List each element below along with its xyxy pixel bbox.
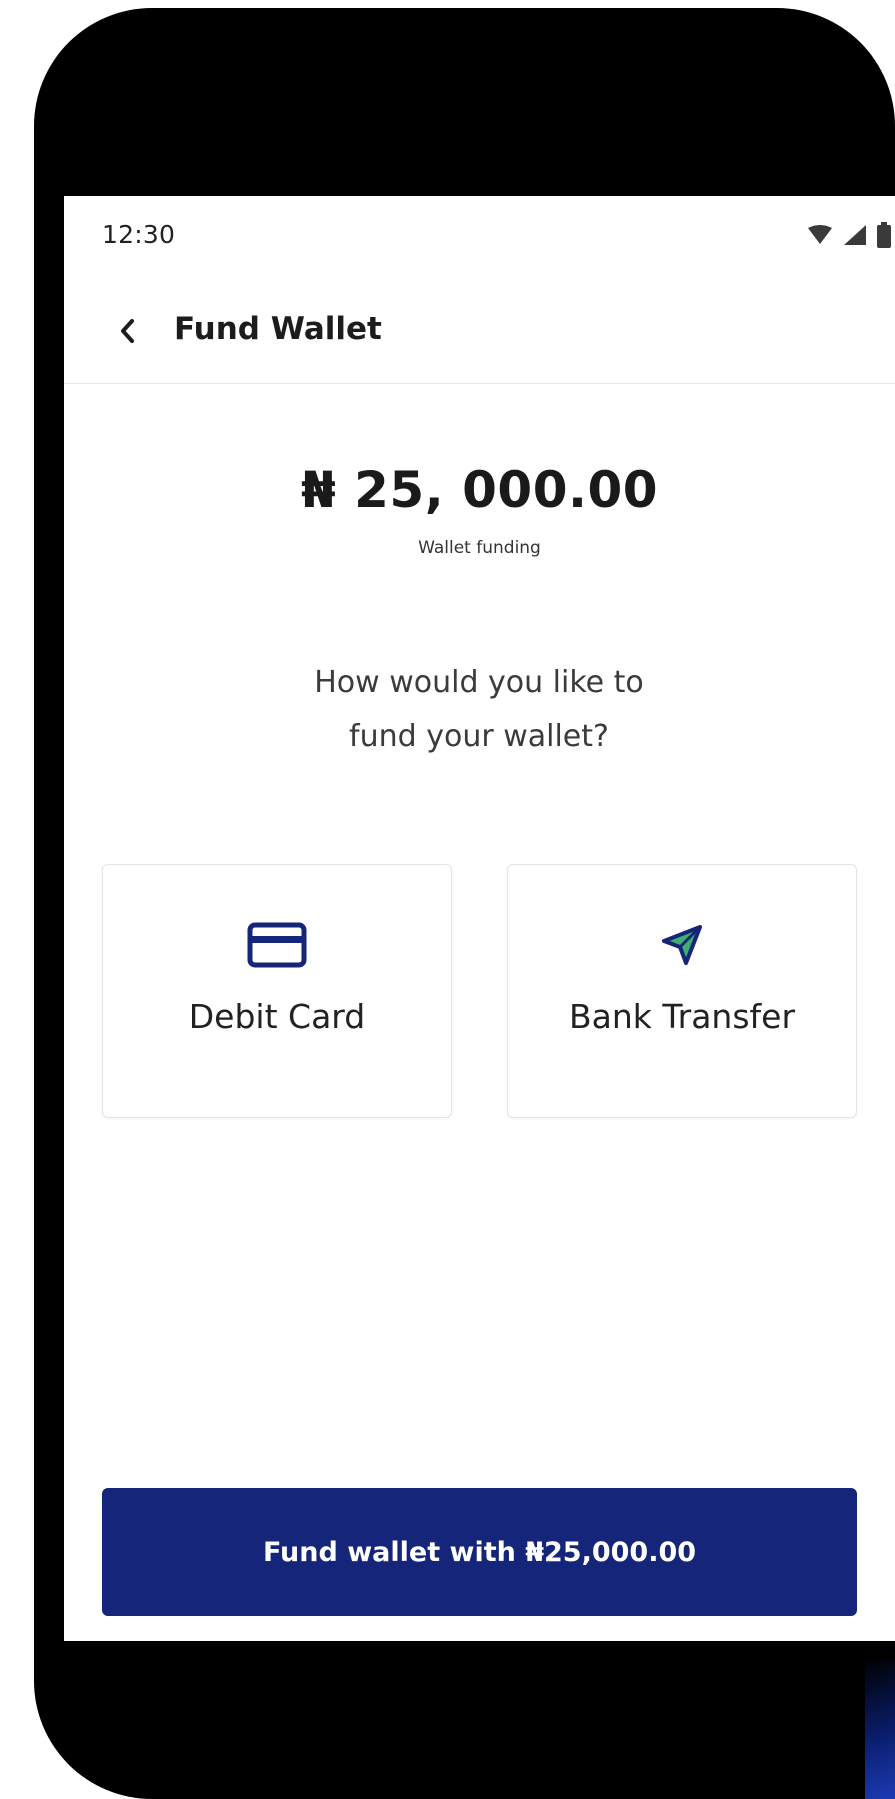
app-bar: Fund Wallet [64, 284, 895, 384]
paper-plane-icon [662, 925, 702, 965]
status-time: 12:30 [102, 220, 176, 249]
debit-card-label: Debit Card [188, 997, 366, 1036]
status-bar: 12:30 [64, 196, 895, 284]
chevron-left-icon [121, 319, 134, 343]
wifi-icon [807, 225, 833, 249]
back-button[interactable] [104, 308, 150, 354]
page-title: Fund Wallet [174, 311, 382, 347]
funding-caption: Wallet funding [418, 538, 541, 558]
background-accent [865, 1659, 895, 1799]
bank-transfer-option[interactable]: Bank Transfer [507, 864, 857, 1118]
funding-question-line-1: How would you like to [314, 665, 644, 700]
funding-amount: ₦ 25, 000.00 [300, 461, 659, 519]
signal-icon [843, 224, 867, 250]
funding-question: How would you like to fund your wallet? [279, 656, 679, 764]
status-icons [807, 222, 891, 252]
credit-card-icon [247, 922, 307, 968]
fund-wallet-button[interactable]: Fund wallet with ₦25,000.00 [102, 1488, 857, 1616]
funding-question-line-2: fund your wallet? [349, 719, 609, 754]
phone-screen: 12:30 Fund Wallet ₦ 25, 000.00 Wallet fu… [64, 196, 895, 1641]
battery-icon [877, 222, 891, 252]
debit-card-option[interactable]: Debit Card [102, 864, 452, 1118]
bank-transfer-label: Bank Transfer [568, 997, 796, 1036]
